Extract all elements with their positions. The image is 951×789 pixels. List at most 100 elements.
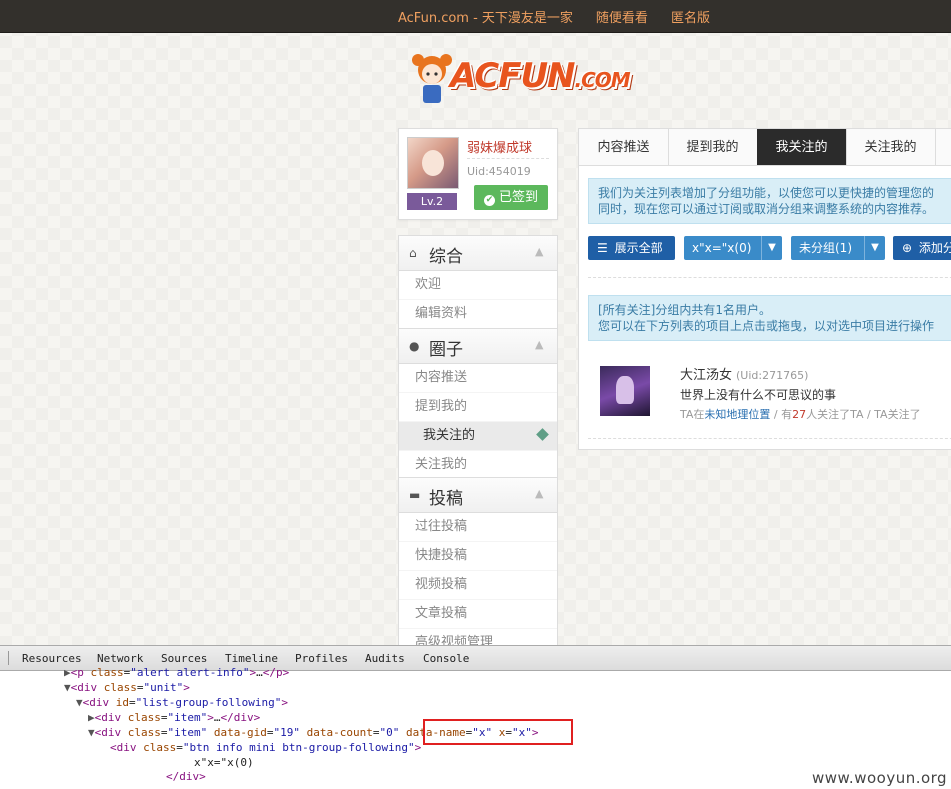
info-alert-line1: 我们为关注列表增加了分组功能，以使您可以更快捷的管理您的 — [598, 186, 935, 200]
devtools-tab-profiles[interactable]: Profiles — [295, 646, 348, 670]
expand-icon: ▶ — [64, 666, 71, 679]
info-alert: 我们为关注列表增加了分组功能，以使您可以更快捷的管理您的 同时，现在您可以通过订… — [588, 178, 951, 224]
chevron-down-icon[interactable]: ▼ — [864, 236, 885, 260]
tab-push[interactable]: 内容推送 — [579, 129, 669, 165]
dom-line[interactable]: ▼<div class="unit"> — [64, 681, 190, 696]
site-link[interactable]: AcFun.com - 天下漫友是一家 — [398, 7, 573, 26]
devtools-tab-audits[interactable]: Audits — [365, 646, 405, 670]
list-icon: ☰ — [597, 241, 608, 255]
divider — [588, 277, 951, 278]
follow-meta: TA在未知地理位置 / 有27人关注了TA / TA关注了 — [680, 406, 921, 422]
follower-count: 27 — [792, 408, 807, 421]
top-bar: AcFun.com - 天下漫友是一家 随便看看 匿名版 — [0, 0, 951, 33]
menu-item-edit-profile[interactable]: 编辑资料 — [399, 300, 557, 329]
signed-in-label: 已签到 — [498, 190, 538, 205]
main-panel: 内容推送 提到我的 我关注的 关注我的 我们为关注列表增加了分组功能，以使您可以… — [578, 128, 951, 450]
chevron-up-icon: ▲ — [535, 487, 544, 500]
home-icon: ⌂ — [409, 246, 417, 260]
meta-mid: / 有 — [770, 408, 793, 421]
group-info-alert: [所有关注]分组内共有1名用户。 您可以在下方列表的项目上点击或拖曳，以对选中项… — [588, 295, 951, 341]
menu-item-welcome[interactable]: 欢迎 — [399, 271, 557, 300]
add-group-label: 添加分 — [918, 241, 951, 255]
signed-in-button[interactable]: ✔ 已签到 — [474, 185, 548, 210]
follow-uid: (Uid:271765) — [736, 369, 809, 382]
menu-item-following-label: 我关注的 — [423, 428, 476, 443]
collapse-icon: ▼ — [76, 696, 83, 709]
menu-general-header[interactable]: ⌂ 综合 ▲ — [399, 236, 557, 271]
divider — [588, 438, 951, 439]
anon-link[interactable]: 匿名版 — [671, 7, 710, 26]
user-name[interactable]: 弱妹爆成球 — [467, 137, 532, 156]
ungrouped-label: 未分组(1) — [799, 241, 852, 255]
meta-suffix: 人关注了TA / TA关注了 — [806, 408, 921, 421]
dom-line[interactable]: ▶<p class="alert alert-info">…</p> — [64, 666, 289, 681]
watermark: www.wooyun.org — [812, 769, 948, 787]
menu-item-video-post[interactable]: 视频投稿 — [399, 571, 557, 600]
menu-posts-title: 投稿 — [429, 489, 463, 509]
active-marker-icon — [536, 428, 549, 441]
dom-line[interactable]: x"x="x(0) — [194, 756, 254, 771]
dom-line[interactable]: ▶<div class="item">…</div> — [88, 711, 260, 726]
level-badge: Lv.2 — [407, 193, 457, 210]
menu-item-article-post[interactable]: 文章投稿 — [399, 600, 557, 629]
menu-item-mentions[interactable]: 提到我的 — [399, 393, 557, 422]
follow-list-item[interactable]: 大江汤女 (Uid:271765) 世界上没有什么不可思议的事 TA在未知地理位置… — [588, 354, 951, 439]
chevron-down-icon[interactable]: ▼ — [761, 236, 782, 260]
menu-item-video-manage[interactable]: 高级视频管理 — [399, 629, 557, 645]
user-icon: ● — [409, 339, 420, 353]
top-nav: AcFun.com - 天下漫友是一家 随便看看 匿名版 — [398, 0, 710, 32]
follow-motto: 世界上没有什么不可思议的事 — [680, 388, 837, 402]
collapse-icon: ▼ — [64, 681, 71, 694]
ungrouped-button[interactable]: 未分组(1) ▼ — [791, 236, 885, 260]
divider — [467, 158, 549, 159]
tab-followers[interactable]: 关注我的 — [846, 129, 936, 165]
menu-circle-header[interactable]: ● 圈子 ▲ — [399, 329, 557, 364]
user-card: Lv.2 弱妹爆成球 Uid:454019 ✔ 已签到 — [398, 128, 558, 220]
menu-posts: ▬ 投稿 ▲ 过往投稿 快捷投稿 视频投稿 文章投稿 高级视频管理 — [398, 477, 558, 645]
dom-line[interactable]: </div> — [166, 770, 206, 785]
folder-icon: ▬ — [409, 488, 421, 502]
menu-posts-header[interactable]: ▬ 投稿 ▲ — [399, 478, 557, 513]
follow-name[interactable]: 大江汤女 (Uid:271765) — [680, 364, 808, 383]
devtools-tab-console[interactable]: Console — [423, 646, 469, 670]
plus-icon: ⊕ — [902, 241, 913, 255]
logo-wordmark: ACFUN.COM — [450, 56, 631, 96]
meta-prefix: TA在 — [680, 408, 705, 421]
chevron-up-icon: ▲ — [535, 245, 544, 258]
menu-item-following[interactable]: 我关注的 — [399, 422, 557, 451]
menu-item-past-posts[interactable]: 过往投稿 — [399, 513, 557, 542]
menu-item-quick-post[interactable]: 快捷投稿 — [399, 542, 557, 571]
tab-mentions[interactable]: 提到我的 — [668, 129, 758, 165]
menu-item-push[interactable]: 内容推送 — [399, 364, 557, 393]
avatar[interactable] — [600, 366, 650, 416]
chevron-up-icon: ▲ — [535, 338, 544, 351]
check-icon: ✔ — [483, 195, 495, 206]
expand-icon: ▶ — [88, 711, 95, 724]
group-xss-button[interactable]: x"x="x(0) ▼ — [684, 236, 782, 260]
grip-icon — [8, 651, 9, 665]
location-link[interactable]: 未知地理位置 — [704, 408, 770, 421]
add-group-button[interactable]: ⊕ 添加分 — [893, 236, 951, 260]
dom-line[interactable]: <div class="btn info mini btn-group-foll… — [110, 741, 421, 756]
tab-following[interactable]: 我关注的 — [757, 129, 847, 165]
tab-bar: 内容推送 提到我的 我关注的 关注我的 — [579, 129, 951, 166]
mascot-icon — [412, 54, 452, 103]
collapse-icon: ▼ — [88, 726, 95, 739]
menu-general: ⌂ 综合 ▲ 欢迎 编辑资料 — [398, 235, 558, 330]
menu-item-followers[interactable]: 关注我的 — [399, 451, 557, 480]
avatar-face — [422, 150, 444, 176]
random-link[interactable]: 随便看看 — [596, 7, 648, 26]
dom-line[interactable]: ▼<div id="list-group-following"> — [76, 696, 288, 711]
group-info-line1: [所有关注]分组内共有1名用户。 — [598, 303, 771, 317]
avatar[interactable] — [407, 137, 459, 189]
acfun-logo[interactable]: ACFUN.COM — [410, 52, 642, 108]
group-info-line2: 您可以在下方列表的项目上点击或拖曳，以对选中项目进行操作 — [598, 319, 935, 333]
show-all-label: 展示全部 — [614, 241, 663, 255]
group-xss-label: x"x="x(0) — [692, 241, 752, 255]
show-all-button[interactable]: ☰ 展示全部 — [588, 236, 675, 260]
user-uid: Uid:454019 — [467, 165, 531, 178]
avatar-figure — [616, 376, 634, 404]
follow-name-text: 大江汤女 — [680, 368, 733, 383]
menu-general-title: 综合 — [429, 247, 463, 267]
menu-circle: ● 圈子 ▲ 内容推送 提到我的 我关注的 关注我的 — [398, 328, 558, 481]
